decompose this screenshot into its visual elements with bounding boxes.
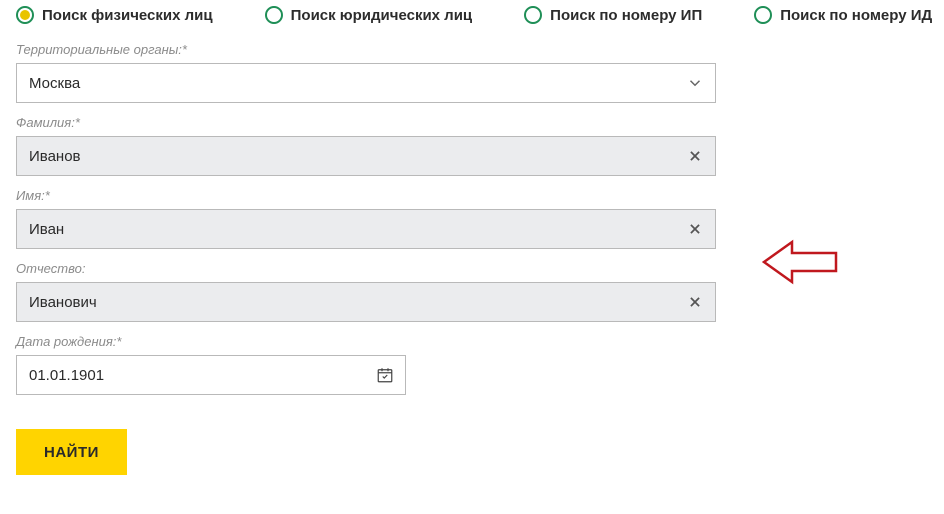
field-label: Дата рождения:* bbox=[16, 334, 724, 349]
field-region: Территориальные органы:* bbox=[16, 42, 724, 103]
tab-physical-persons[interactable]: Поиск физических лиц bbox=[16, 6, 213, 24]
tab-legal-entities[interactable]: Поиск юридических лиц bbox=[265, 6, 473, 24]
tab-label: Поиск физических лиц bbox=[42, 7, 213, 24]
field-patronymic: Отчество: bbox=[16, 261, 724, 322]
chevron-down-icon[interactable] bbox=[684, 72, 706, 94]
search-button[interactable]: НАЙТИ bbox=[16, 429, 127, 475]
tab-label: Поиск юридических лиц bbox=[291, 7, 473, 24]
search-form: Территориальные органы:* Фамилия:* Имя:* bbox=[0, 38, 740, 475]
clear-icon[interactable] bbox=[684, 145, 706, 167]
search-type-tabs: Поиск физических лиц Поиск юридических л… bbox=[0, 0, 944, 38]
clear-icon[interactable] bbox=[684, 218, 706, 240]
arrow-annotation-icon bbox=[762, 237, 840, 290]
tab-id-number[interactable]: Поиск по номеру ИД bbox=[754, 6, 932, 24]
region-select[interactable] bbox=[16, 63, 716, 103]
radio-icon bbox=[265, 6, 283, 24]
tab-label: Поиск по номеру ИП bbox=[550, 7, 702, 24]
field-label: Фамилия:* bbox=[16, 115, 724, 130]
field-name: Имя:* bbox=[16, 188, 724, 249]
field-label: Территориальные органы:* bbox=[16, 42, 724, 57]
radio-icon bbox=[754, 6, 772, 24]
patronymic-input[interactable] bbox=[16, 282, 716, 322]
radio-icon bbox=[524, 6, 542, 24]
tab-ip-number[interactable]: Поиск по номеру ИП bbox=[524, 6, 702, 24]
radio-selected-icon bbox=[16, 6, 34, 24]
field-birth-date: Дата рождения:* bbox=[16, 334, 724, 395]
field-label: Отчество: bbox=[16, 261, 724, 276]
region-value[interactable] bbox=[16, 63, 716, 103]
field-label: Имя:* bbox=[16, 188, 724, 203]
field-surname: Фамилия:* bbox=[16, 115, 724, 176]
clear-icon[interactable] bbox=[684, 291, 706, 313]
name-input[interactable] bbox=[16, 209, 716, 249]
surname-input[interactable] bbox=[16, 136, 716, 176]
birth-date-input[interactable] bbox=[16, 355, 406, 395]
tab-label: Поиск по номеру ИД bbox=[780, 7, 932, 24]
calendar-icon[interactable] bbox=[374, 364, 396, 386]
